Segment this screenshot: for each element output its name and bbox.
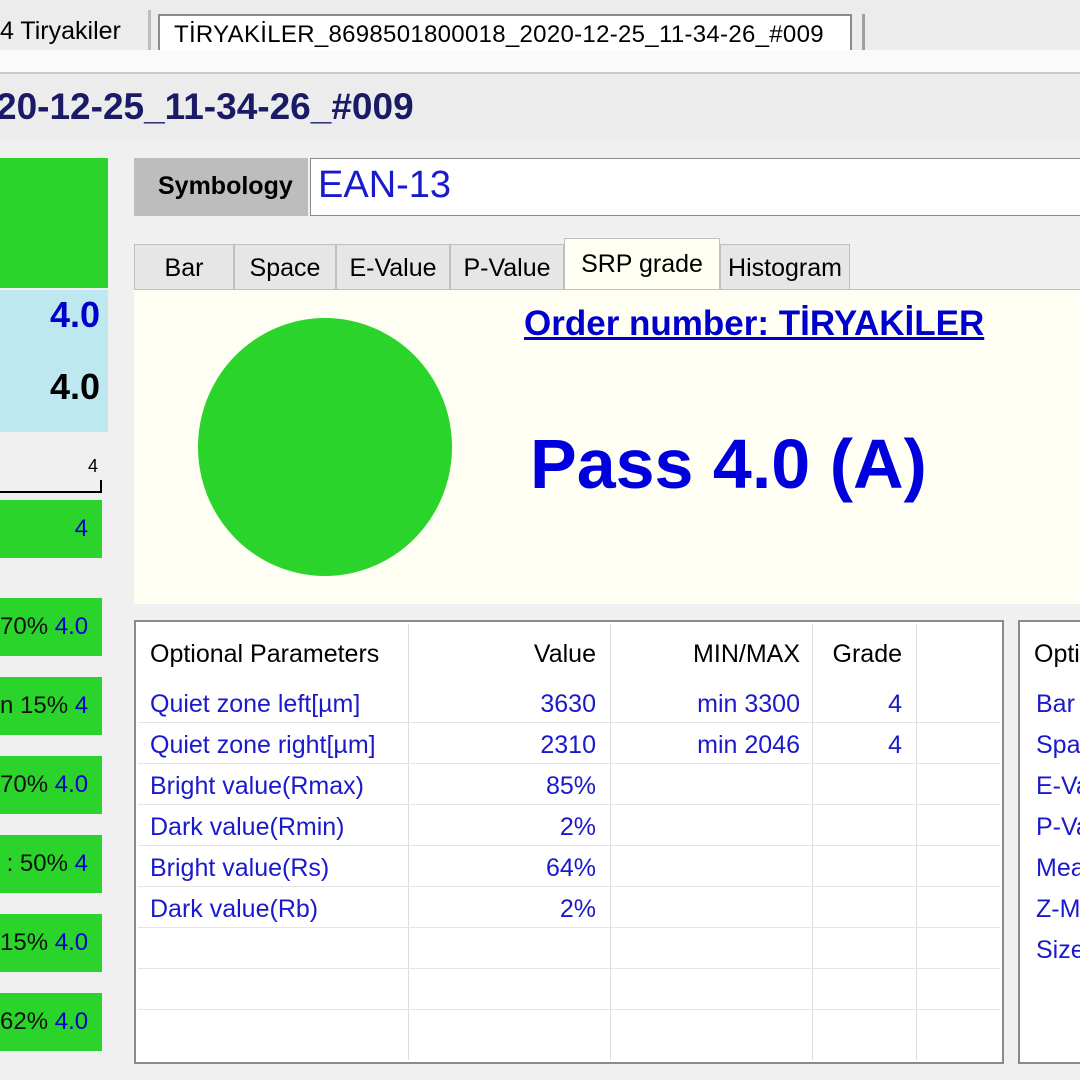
parameter-percent: 70% [0, 613, 49, 640]
parameter-name: Mea [1036, 854, 1080, 882]
parameter-minmax: min 3300 [697, 690, 800, 718]
document-tab-active[interactable]: TİRYAKİLER_8698501800018_2020-12-25_11-3… [158, 14, 852, 50]
grade-scale: 4 [0, 456, 102, 493]
parameter-row[interactable]: 62% 4.0 [0, 993, 102, 1051]
parameter-grade: 4 [888, 731, 902, 759]
column-header-name: Optional Parameters [150, 640, 380, 668]
parameter-name: Dark value(Rb) [150, 895, 319, 923]
column-header-grade: Grade [832, 640, 902, 668]
parameter-row[interactable]: : 50% 4 [0, 835, 102, 893]
document-tab-previous[interactable]: 4 Tiryakiler [0, 14, 121, 48]
parameter-grade: 4 [888, 690, 902, 718]
parameter-grade: 4.0 [54, 1008, 89, 1035]
tab-bar[interactable]: Bar [134, 244, 234, 290]
column-divider [408, 624, 409, 1060]
column-header-value: Value [533, 640, 596, 668]
row-divider [138, 804, 1000, 805]
symbology-label: Symbology [158, 172, 293, 200]
row-divider [138, 968, 1000, 969]
row-divider [138, 1009, 1000, 1010]
parameter-grade: 4 [74, 515, 88, 542]
row-divider [138, 763, 1000, 764]
order-number-link[interactable]: Order number: TİRYAKİLER [524, 304, 984, 344]
parameter-name: Dark value(Rmin) [150, 813, 345, 841]
row-divider [138, 845, 1000, 846]
grade-value-bottom: 4.0 [49, 366, 100, 407]
pass-indicator-circle [198, 318, 452, 576]
parameter-name: Z-M [1036, 895, 1080, 923]
parameter-grade: 4.0 [54, 929, 89, 956]
toolbar-band [0, 50, 1080, 72]
row-divider [138, 927, 1000, 928]
parameter-name: E-Va [1036, 772, 1080, 800]
row-divider [138, 722, 1000, 723]
column-divider [812, 624, 813, 1060]
parameter-row[interactable]: 70% 4.0 [0, 756, 102, 814]
column-divider [916, 624, 917, 1060]
parameter-percent: 15% [0, 929, 49, 956]
parameter-minmax: min 2046 [697, 731, 800, 759]
grade-value-top: 4.0 [49, 294, 100, 335]
page-title: 20-12-25_11-34-26_#009 [0, 86, 414, 127]
parameter-row[interactable]: n 15% 4 [0, 677, 102, 735]
parameter-value: 2% [559, 813, 596, 841]
tab-histogram[interactable]: Histogram [720, 244, 850, 290]
parameter-value: 64% [545, 854, 596, 882]
parameter-name: Spa [1036, 731, 1080, 759]
column-header-name: Opti [1034, 640, 1080, 668]
tab-separator [862, 14, 865, 50]
parameter-grade: 4.0 [54, 771, 89, 798]
parameter-row[interactable]: 4 [0, 500, 102, 558]
parameter-percent: n 15% [0, 692, 69, 719]
parameter-grade: 4 [74, 850, 88, 877]
tab-e-value[interactable]: E-Value [336, 244, 450, 290]
column-divider [610, 624, 611, 1060]
parameter-value: 3630 [540, 690, 596, 718]
optional-parameters-table [134, 620, 1004, 1064]
parameter-row[interactable]: 15% 4.0 [0, 914, 102, 972]
parameter-percent: 70% [0, 771, 49, 798]
parameter-grade: 4.0 [54, 613, 89, 640]
parameter-name: Bright value(Rmax) [150, 772, 364, 800]
parameter-percent: 62% [0, 1008, 49, 1035]
parameter-name: Quiet zone left[µm] [150, 690, 361, 718]
row-divider [138, 886, 1000, 887]
overall-grade-indicator [0, 158, 108, 288]
symbology-value: EAN-13 [318, 164, 452, 206]
parameter-row[interactable]: 70% 4.0 [0, 598, 102, 656]
parameter-name: P-Va [1036, 813, 1080, 841]
tab-srp-grade[interactable]: SRP grade [564, 238, 720, 290]
parameter-name: Size [1036, 936, 1080, 964]
column-header-minmax: MIN/MAX [693, 640, 800, 668]
tab-p-value[interactable]: P-Value [450, 244, 564, 290]
grade-result: Pass 4.0 (A) [530, 425, 927, 503]
scale-tick-label: 4 [88, 456, 98, 476]
parameter-value: 2310 [540, 731, 596, 759]
secondary-parameters-table [1018, 620, 1080, 1064]
parameter-name: Bar [1036, 690, 1075, 718]
parameter-grade: 4 [74, 692, 89, 719]
tab-space[interactable]: Space [234, 244, 336, 290]
parameter-value: 2% [559, 895, 596, 923]
tab-separator [148, 10, 151, 50]
parameter-percent: : 50% [6, 850, 68, 877]
parameter-name: Quiet zone right[µm] [150, 731, 376, 759]
parameter-name: Bright value(Rs) [150, 854, 330, 882]
parameter-value: 85% [545, 772, 596, 800]
